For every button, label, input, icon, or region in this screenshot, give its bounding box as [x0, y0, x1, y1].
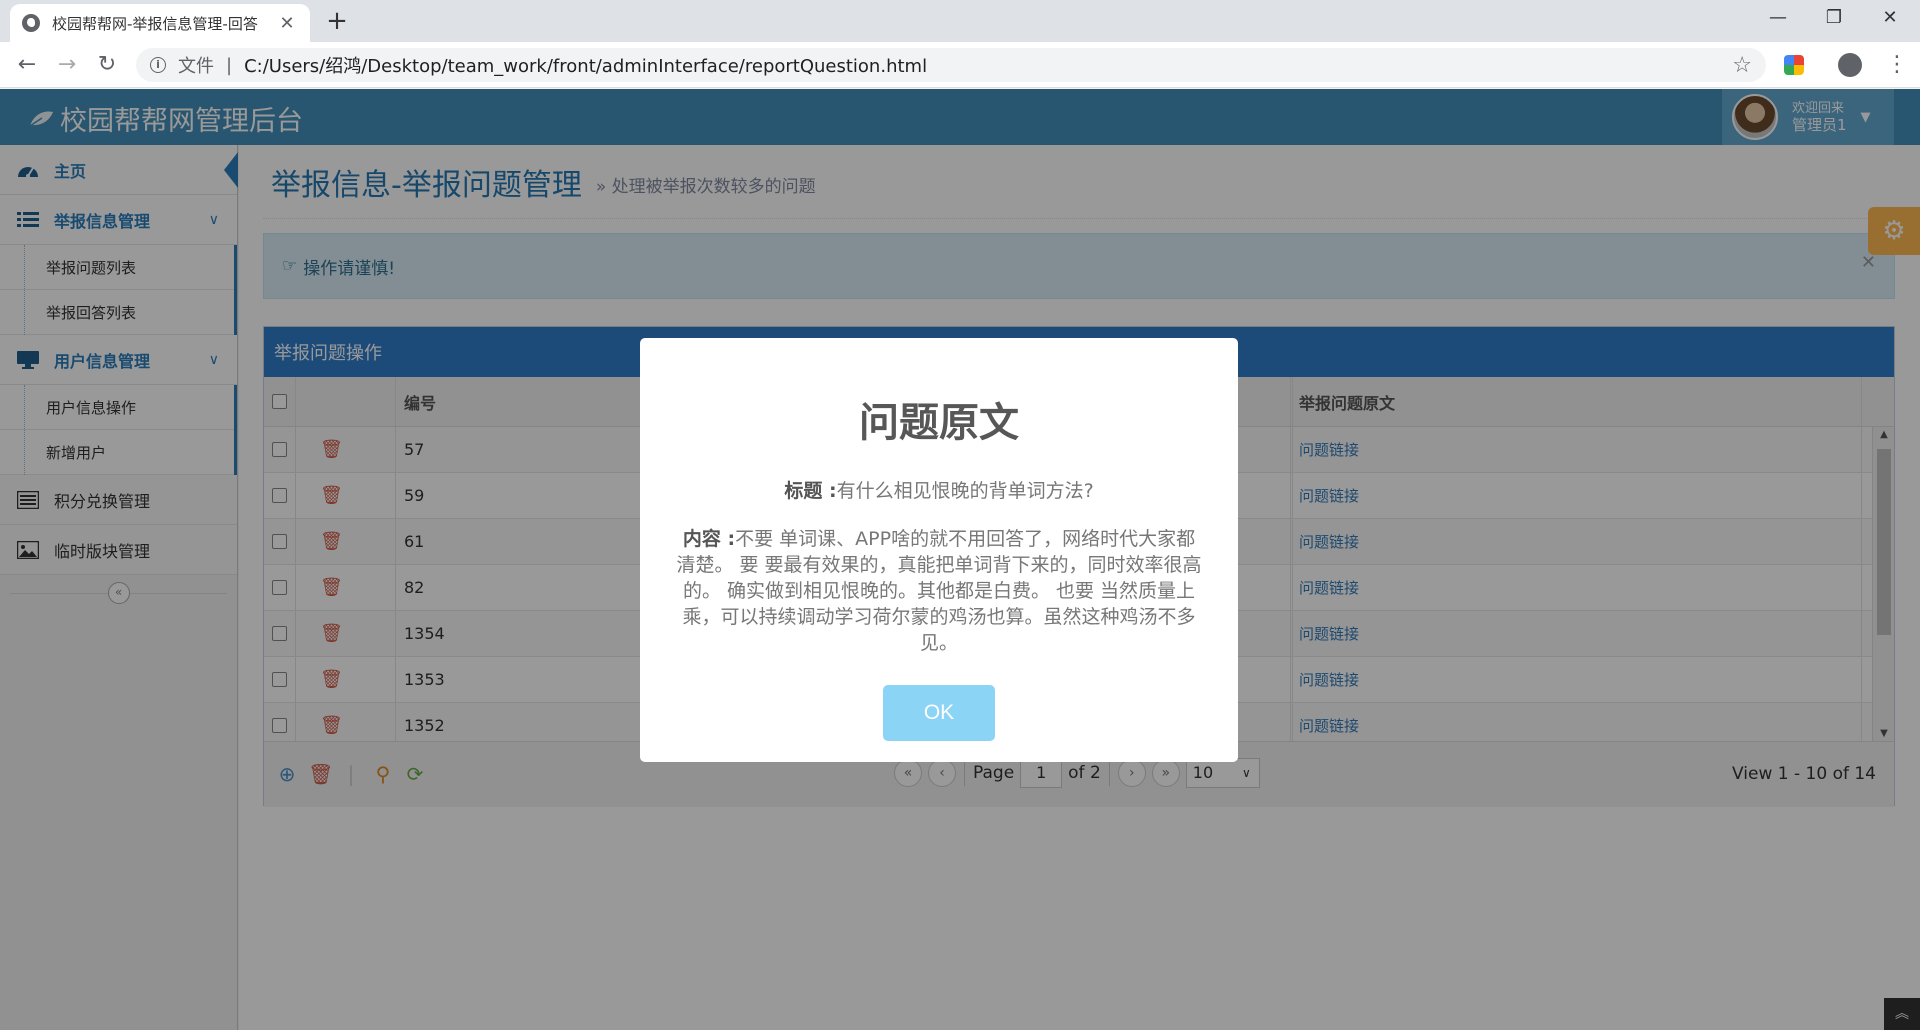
url-field[interactable]: i 文件 | C:/Users/绍鸿/Desktop/team_work/fro…: [136, 48, 1766, 82]
content-label: 内容 :: [682, 528, 736, 550]
globe-icon: [22, 14, 40, 32]
close-window-button[interactable]: ✕: [1860, 0, 1920, 36]
url-text[interactable]: C:/Users/绍鸿/Desktop/team_work/front/admi…: [244, 52, 927, 78]
question-modal: 问题原文 标题 :有什么相见恨晚的背单词方法? 内容 :不要 单词课、APP啥的…: [640, 338, 1238, 762]
tab-title: 校园帮帮网-举报信息管理-回答: [52, 14, 258, 33]
url-divider: |: [226, 54, 233, 76]
content-value: 不要 单词课、APP啥的就不用回答了，网络时代大家都清楚。 要 要最有效果的，真…: [676, 528, 1202, 654]
minimize-button[interactable]: —: [1748, 0, 1808, 36]
close-tab-icon[interactable]: ✕: [276, 13, 298, 34]
info-icon[interactable]: i: [150, 57, 166, 73]
extension-icon[interactable]: [1784, 55, 1804, 75]
new-tab-button[interactable]: +: [322, 8, 352, 34]
back-button[interactable]: ←: [12, 50, 42, 80]
modal-title-line: 标题 :有什么相见恨晚的背单词方法?: [676, 478, 1202, 504]
ok-button[interactable]: OK: [883, 685, 995, 741]
star-icon[interactable]: ☆: [1732, 53, 1752, 78]
browser-tabbar: 校园帮帮网-举报信息管理-回答 ✕ + — ❐ ✕: [0, 0, 1920, 42]
address-bar: ← → ↻ i 文件 | C:/Users/绍鸿/Desktop/team_wo…: [0, 42, 1920, 88]
restore-button[interactable]: ❐: [1804, 0, 1864, 36]
modal-content-line: 内容 :不要 单词课、APP啥的就不用回答了，网络时代大家都清楚。 要 要最有效…: [676, 526, 1202, 656]
modal-title: 问题原文: [859, 400, 1019, 446]
url-prefix: 文件: [178, 56, 214, 77]
browser-menu-icon[interactable]: ⋮: [1886, 50, 1908, 80]
profile-icon[interactable]: [1838, 53, 1862, 77]
browser-tab[interactable]: 校园帮帮网-举报信息管理-回答 ✕: [10, 4, 310, 42]
title-value: 有什么相见恨晚的背单词方法?: [836, 480, 1094, 502]
modal-body: 标题 :有什么相见恨晚的背单词方法? 内容 :不要 单词课、APP啥的就不用回答…: [676, 478, 1202, 656]
forward-button[interactable]: →: [52, 50, 82, 80]
title-label: 标题 :: [784, 480, 837, 502]
reload-button[interactable]: ↻: [92, 50, 122, 80]
